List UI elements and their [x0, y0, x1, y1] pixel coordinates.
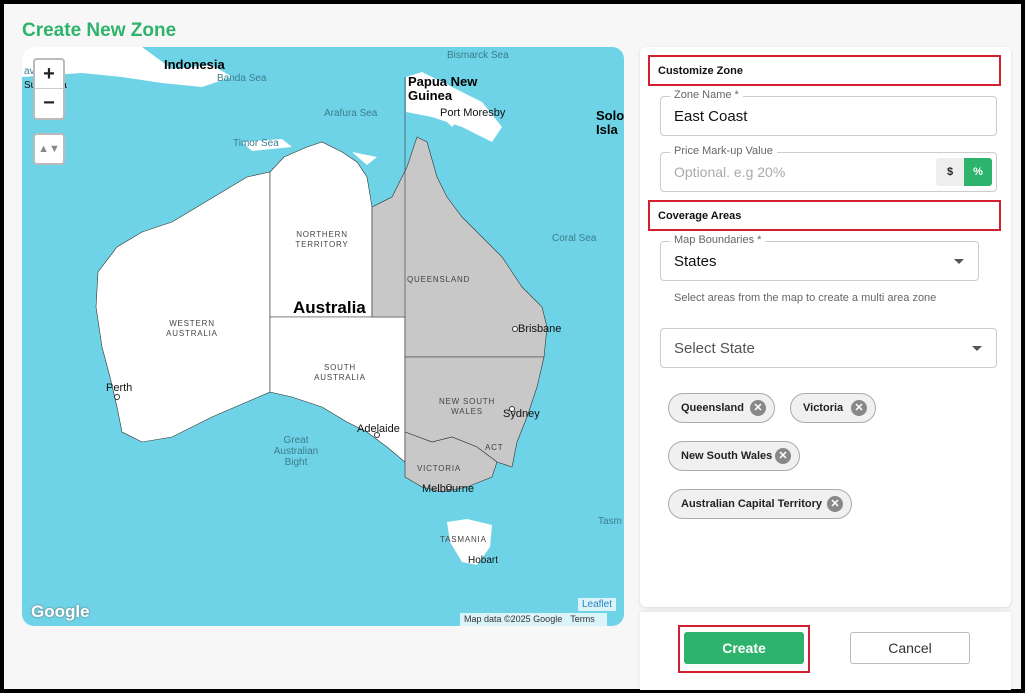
label-queensland: QUEENSLAND — [407, 275, 471, 284]
leaflet-link[interactable]: Leaflet — [578, 598, 617, 611]
select-state-placeholder: Select State — [674, 340, 755, 357]
label-solomon: Solo Isla — [596, 108, 624, 137]
label-papua-new-guinea: Papua New Guinea — [408, 74, 478, 103]
label-sydney: Sydney — [503, 408, 540, 420]
percent-option[interactable]: % — [964, 158, 992, 186]
zoom-out-button[interactable]: − — [35, 89, 63, 118]
terms-link[interactable]: Terms — [570, 614, 595, 624]
label-port-moresby: Port Moresby — [440, 107, 506, 119]
price-markup-label: Price Mark-up Value — [670, 145, 777, 157]
markup-type-toggle: $ % — [936, 158, 992, 186]
label-adelaide: Adelaide — [357, 423, 400, 435]
chip-australian-capital-territory: Australian Capital Territory ✕ — [668, 489, 852, 519]
map-attribution: Map data ©2025 Google Terms — [460, 613, 607, 626]
customize-zone-heading: Customize Zone — [648, 55, 1001, 86]
zone-name-value: East Coast — [674, 108, 748, 125]
map-canvas[interactable] — [22, 47, 624, 626]
remove-icon[interactable]: ✕ — [827, 496, 843, 512]
chip-label: Queensland — [681, 402, 744, 414]
create-button[interactable]: Create — [684, 632, 804, 664]
chip-victoria: Victoria ✕ — [790, 393, 876, 423]
zoom-in-button[interactable]: + — [35, 60, 63, 89]
zone-name-field[interactable]: Zone Name * East Coast — [660, 89, 997, 136]
label-act: ACT — [485, 443, 504, 452]
helper-text: Select areas from the map to create a mu… — [674, 292, 937, 304]
chevron-down-icon — [972, 346, 982, 351]
coverage-areas-heading: Coverage Areas — [648, 200, 1001, 231]
map-boundaries-label: Map Boundaries * — [670, 234, 766, 246]
chevron-down-icon — [954, 259, 964, 264]
remove-icon[interactable]: ✕ — [851, 400, 867, 416]
page-title: Create New Zone — [22, 20, 177, 41]
chip-label: Australian Capital Territory — [681, 498, 822, 510]
map-boundaries-value: States — [674, 253, 717, 270]
label-victoria: VICTORIA — [417, 464, 462, 473]
price-markup-placeholder: Optional. e.g 20% — [674, 164, 786, 180]
cancel-button[interactable]: Cancel — [850, 632, 970, 664]
form-footer: Create Cancel — [640, 612, 1011, 690]
label-great-australian-bight: Great Australian Bight — [273, 435, 319, 468]
price-markup-field[interactable]: Price Mark-up Value Optional. e.g 20% $ … — [660, 145, 997, 192]
label-hobart: Hobart — [468, 555, 499, 566]
app-frame: Create New Zone Indonesia Banda Sea Bism… — [4, 4, 1021, 690]
label-brisbane: Brisbane — [518, 323, 562, 335]
label-indonesia: Indonesia — [164, 57, 225, 72]
chip-label: Victoria — [803, 402, 844, 414]
label-bismarck-sea: Bismarck Sea — [447, 50, 509, 61]
label-arafura-sea: Arafura Sea — [324, 108, 378, 119]
label-south-australia: SOUTH AUSTRALIA — [314, 363, 366, 382]
map-view[interactable]: ava Sea Surabaya Indonesia Banda Sea Bis… — [22, 47, 624, 626]
label-northern-territory: NORTHERN TERRITORY — [295, 230, 349, 249]
create-highlight: Create — [678, 625, 810, 673]
map-boundaries-select[interactable]: Map Boundaries * States — [660, 234, 979, 281]
label-timor-sea: Timor Sea — [233, 138, 279, 149]
zone-name-label: Zone Name * — [670, 89, 743, 101]
city-dot-brisbane — [512, 326, 518, 332]
label-tasmania: TASMANIA — [440, 535, 487, 544]
tilt-button[interactable]: ▲▼ — [33, 133, 65, 165]
zone-form-panel: Customize Zone Zone Name * East Coast Pr… — [640, 47, 1011, 607]
dollar-option[interactable]: $ — [936, 158, 964, 186]
chip-label: New South Wales — [681, 450, 773, 462]
city-dot-perth — [114, 394, 120, 400]
chip-new-south-wales: New South Wales ✕ — [668, 441, 800, 471]
label-melbourne: Melbourne — [422, 483, 474, 495]
label-banda-sea: Banda Sea — [217, 73, 267, 84]
label-tasman: Tasm — [598, 516, 622, 527]
zoom-control: + − — [33, 58, 65, 120]
remove-icon[interactable]: ✕ — [750, 400, 766, 416]
label-coral-sea: Coral Sea — [552, 233, 597, 244]
remove-icon[interactable]: ✕ — [775, 448, 791, 464]
state-western-australia — [95, 171, 271, 443]
map-data-text: Map data ©2025 Google — [464, 614, 563, 624]
label-western-australia: WESTERN AUSTRALIA — [166, 319, 218, 338]
chip-queensland: Queensland ✕ — [668, 393, 775, 423]
label-perth: Perth — [106, 382, 133, 394]
label-australia: Australia — [293, 298, 366, 317]
select-state-dropdown[interactable]: Select State — [660, 328, 997, 368]
google-logo: Google — [31, 602, 90, 621]
label-new-south-wales: NEW SOUTH WALES — [438, 397, 496, 416]
